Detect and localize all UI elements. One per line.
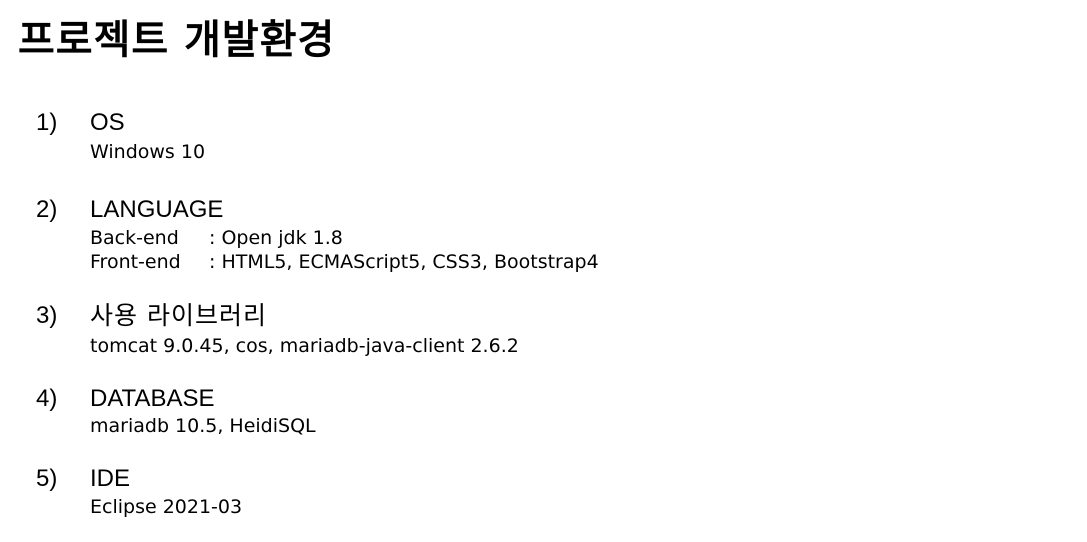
section-detail: mariadb 10.5, HeidiSQL (90, 415, 316, 437)
section-heading: IDE (90, 465, 131, 492)
section-number: 3) (36, 302, 58, 329)
section-heading: LANGUAGE (90, 196, 224, 223)
section-number: 5) (36, 465, 58, 492)
backend-row: Back-end : Open jdk 1.8 (90, 226, 343, 250)
section-heading: OS (90, 109, 125, 136)
section-detail: Eclipse 2021-03 (90, 496, 243, 518)
frontend-value: : HTML5, ECMAScript5, CSS3, Bootstrap4 (209, 251, 599, 273)
section-number: 2) (36, 196, 58, 223)
section-number: 4) (36, 385, 58, 412)
section-heading: 사용 라이브러리 (90, 301, 267, 330)
backend-value: : Open jdk 1.8 (209, 227, 343, 249)
page-title: 프로젝트 개발환경 (18, 17, 336, 63)
frontend-row: Front-end : HTML5, ECMAScript5, CSS3, Boo… (90, 250, 599, 274)
section-number: 1) (36, 109, 58, 136)
backend-key: Back-end (90, 227, 179, 249)
section-detail: tomcat 9.0.45, cos, mariadb-java-client … (90, 335, 519, 357)
frontend-key: Front-end (90, 251, 181, 273)
section-detail: Windows 10 (90, 141, 206, 163)
section-heading: DATABASE (90, 385, 215, 412)
